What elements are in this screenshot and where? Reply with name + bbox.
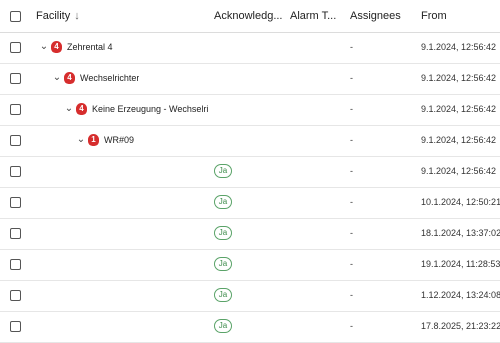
chevron-down-icon[interactable]: ⌄ <box>63 103 75 115</box>
row-checkbox[interactable] <box>10 104 21 115</box>
acknowledged-badge: Ja <box>214 319 232 333</box>
row-checkbox[interactable] <box>10 321 21 332</box>
from-cell: 9.1.2024, 12:56:42 <box>421 166 497 176</box>
table-row[interactable]: Ja - 19.1.2024, 11:28:53 <box>0 250 500 281</box>
assignees-cell: - <box>350 228 353 238</box>
column-header-from[interactable]: From <box>421 10 447 22</box>
alarm-count-badge: 4 <box>64 72 75 84</box>
from-cell: 1.12.2024, 13:24:08 <box>421 290 500 300</box>
acknowledged-badge: Ja <box>214 288 232 302</box>
assignees-cell: - <box>350 290 353 300</box>
facility-node-label: Keine Erzeugung - Wechselrichter <box>92 104 208 114</box>
row-checkbox[interactable] <box>10 290 21 301</box>
chevron-down-icon[interactable]: ⌄ <box>75 134 87 146</box>
from-cell: 9.1.2024, 12:56:42 <box>421 42 497 52</box>
from-cell: 19.1.2024, 11:28:53 <box>421 259 500 269</box>
alarm-count-badge: 1 <box>88 134 99 146</box>
assignees-cell: - <box>350 166 353 176</box>
column-header-alarm-type[interactable]: Alarm T... <box>290 10 336 22</box>
from-cell: 17.8.2025, 21:23:22 <box>421 321 500 331</box>
arrow-down-icon[interactable]: ↓ <box>74 10 80 22</box>
row-checkbox[interactable] <box>10 42 21 53</box>
column-header-acknowledged[interactable]: Acknowledg... <box>214 10 282 22</box>
table-row[interactable]: Ja - 9.1.2024, 12:56:42 <box>0 157 500 188</box>
tree-row[interactable]: ⌄ 4 Wechselrichter - 9.1.2024, 12:56:42 <box>0 64 500 95</box>
alarms-table: Facility ↓ Acknowledg... Alarm T... Assig… <box>0 0 500 343</box>
from-cell: 9.1.2024, 12:56:42 <box>421 135 497 145</box>
column-header-assignees[interactable]: Assignees <box>350 10 401 22</box>
from-cell: 10.1.2024, 12:50:21 <box>421 197 500 207</box>
row-checkbox[interactable] <box>10 73 21 84</box>
row-checkbox[interactable] <box>10 228 21 239</box>
chevron-down-icon[interactable]: ⌄ <box>38 41 50 53</box>
acknowledged-badge: Ja <box>214 226 232 240</box>
table-header: Facility ↓ Acknowledg... Alarm T... Assig… <box>0 0 500 33</box>
assignees-cell: - <box>350 135 353 145</box>
tree-row[interactable]: ⌄ 4 Zehrental 4 - 9.1.2024, 12:56:42 <box>0 33 500 64</box>
table-row[interactable]: Ja - 10.1.2024, 12:50:21 <box>0 188 500 219</box>
from-cell: 18.1.2024, 13:37:02 <box>421 228 500 238</box>
acknowledged-badge: Ja <box>214 164 232 178</box>
table-row[interactable]: Ja - 18.1.2024, 13:37:02 <box>0 219 500 250</box>
assignees-cell: - <box>350 321 353 331</box>
facility-node-label: Zehrental 4 <box>67 42 113 52</box>
chevron-down-icon[interactable]: ⌄ <box>51 72 63 84</box>
table-row[interactable]: Ja - 1.12.2024, 13:24:08 <box>0 281 500 312</box>
tree-row[interactable]: ⌄ 1 WR#09 - 9.1.2024, 12:56:42 <box>0 126 500 157</box>
row-checkbox[interactable] <box>10 135 21 146</box>
row-checkbox[interactable] <box>10 259 21 270</box>
table-row[interactable]: Ja - 17.8.2025, 21:23:22 <box>0 312 500 343</box>
alarm-count-badge: 4 <box>51 41 62 53</box>
row-checkbox[interactable] <box>10 166 21 177</box>
assignees-cell: - <box>350 197 353 207</box>
assignees-cell: - <box>350 104 353 114</box>
tree-row[interactable]: ⌄4 Keine Erzeugung - Wechselrichter - 9.1.2… <box>0 95 500 126</box>
select-all-checkbox[interactable] <box>10 11 21 22</box>
assignees-cell: - <box>350 259 353 269</box>
facility-node-label: WR#09 <box>104 135 135 145</box>
assignees-cell: - <box>350 42 353 52</box>
column-header-facility[interactable]: Facility ↓ <box>36 10 80 22</box>
row-checkbox[interactable] <box>10 197 21 208</box>
assignees-cell: - <box>350 73 353 83</box>
from-cell: 9.1.2024, 12:56:42 <box>421 73 497 83</box>
alarm-count-badge: 4 <box>76 103 87 115</box>
acknowledged-badge: Ja <box>214 257 232 271</box>
facility-node-label: Wechselrichter <box>80 73 140 83</box>
from-cell: 9.1.2024, 12:56:42 <box>421 104 497 114</box>
acknowledged-badge: Ja <box>214 195 232 209</box>
